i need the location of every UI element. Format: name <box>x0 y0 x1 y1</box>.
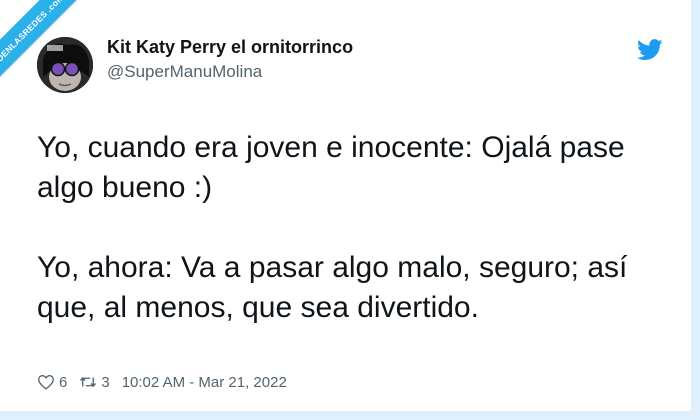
like-count: 6 <box>59 373 68 391</box>
tweet-timestamp[interactable]: 10:02 AM - Mar 21, 2022 <box>122 374 287 391</box>
twitter-bird-icon[interactable] <box>637 39 663 61</box>
tweet-footer: 6 3 10:02 AM - Mar 21, 2022 <box>37 372 287 392</box>
user-handle[interactable]: @SuperManuMolina <box>107 62 262 82</box>
avatar[interactable] <box>37 37 93 93</box>
retweet-count: 3 <box>101 373 110 391</box>
tweet-paragraph: Yo, ahora: Va a pasar algo malo, seguro;… <box>37 251 628 324</box>
retweet-icon[interactable] <box>79 374 97 390</box>
display-name[interactable]: Kit Katy Perry el ornitorrinco <box>107 37 353 58</box>
tweet-paragraph: Yo, cuando era joven e inocente: Ojalá p… <box>37 131 625 204</box>
avatar-image <box>37 37 93 93</box>
heart-icon[interactable] <box>37 374 55 390</box>
tweet-text: Yo, cuando era joven e inocente: Ojalá p… <box>37 128 657 328</box>
